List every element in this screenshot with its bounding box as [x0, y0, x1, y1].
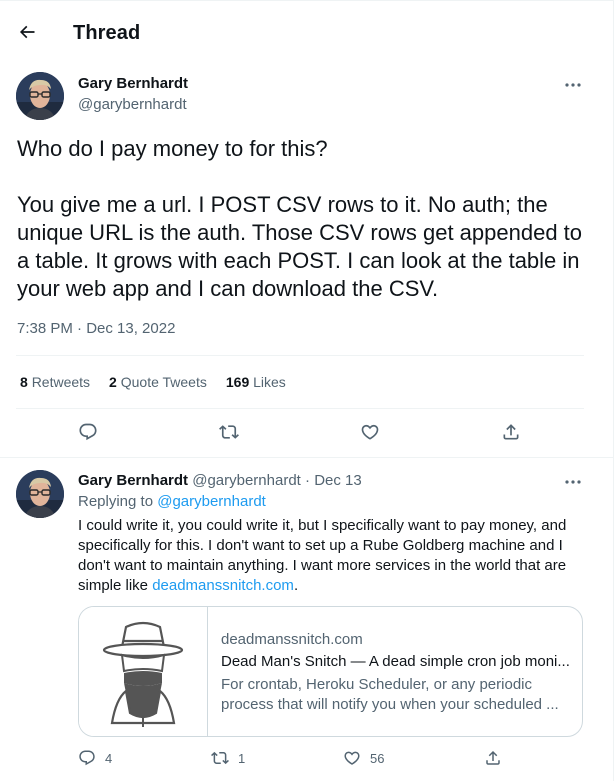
- reply-more-button[interactable]: [561, 472, 585, 492]
- retweets-count: 8: [20, 374, 28, 390]
- reply-like-button[interactable]: 56: [343, 749, 384, 767]
- reply-text-end: .: [293, 577, 299, 594]
- avatar-image: [16, 470, 64, 518]
- reply-retweet-button[interactable]: 1: [211, 749, 245, 767]
- thread-panel: Thread Gary Bernhardt @garybernhardt Who…: [0, 0, 614, 781]
- share-icon: [503, 424, 519, 440]
- author-handle[interactable]: @garybernhardt: [78, 96, 187, 113]
- card-domain: deadmanssnitch.com: [221, 631, 363, 648]
- tweet-timestamp[interactable]: 7:38 PM · Dec 13, 2022: [17, 320, 175, 337]
- avatar-image: [16, 72, 64, 120]
- divider: [16, 355, 584, 356]
- divider: [16, 408, 584, 409]
- reply-date[interactable]: Dec 13: [314, 472, 362, 489]
- reply-author-handle[interactable]: @garybernhardt: [192, 472, 301, 489]
- like-button[interactable]: [353, 415, 387, 449]
- heart-icon: [361, 424, 379, 440]
- tweet-more-button[interactable]: [561, 75, 585, 95]
- likes-count: 169: [225, 374, 250, 390]
- more-horizontal-icon: [565, 480, 581, 484]
- more-horizontal-icon: [565, 83, 581, 87]
- tweet-text: Who do I pay money to for this? You give…: [17, 136, 583, 301]
- card-description: For crontab, Heroku Scheduler, or any pe…: [221, 675, 573, 715]
- like-count: 56: [370, 750, 385, 766]
- tweet-stats: 8 Retweets 2 Quote Tweets 169 Likes: [20, 374, 286, 390]
- snitch-logo-icon: [102, 621, 184, 727]
- replying-handle-link[interactable]: @garybernhardt: [157, 493, 266, 510]
- retweet-count: 1: [238, 750, 246, 766]
- reply-icon: [79, 423, 97, 441]
- likes-stat[interactable]: 169 Likes: [226, 374, 286, 390]
- retweets-stat[interactable]: 8 Retweets: [20, 374, 90, 390]
- heart-icon: [344, 751, 360, 765]
- page-title: Thread: [73, 22, 141, 44]
- retweet-button[interactable]: [212, 415, 246, 449]
- reply-actions: 4 1 56: [0, 745, 614, 775]
- replying-to: Replying to @garybernhardt: [78, 493, 266, 510]
- reply-count: 4: [105, 750, 113, 766]
- share-icon: [486, 750, 500, 765]
- reply-author-name[interactable]: Gary Bernhardt: [78, 472, 188, 489]
- reply-share-button[interactable]: [484, 749, 502, 767]
- divider: [0, 457, 614, 458]
- quotes-count: 2: [109, 374, 117, 390]
- quotes-label: Quote Tweets: [120, 374, 207, 390]
- link-preview-card[interactable]: deadmanssnitch.com Dead Man's Snitch — A…: [78, 606, 583, 737]
- likes-label: Likes: [253, 374, 286, 390]
- card-thumbnail: [79, 607, 208, 736]
- retweet-icon: [211, 751, 229, 765]
- replying-prefix: Replying to: [78, 493, 154, 510]
- reply-icon: [79, 750, 95, 766]
- reply-header: Gary Bernhardt @garybernhardt · Dec 13: [78, 472, 362, 489]
- reply-reply-button[interactable]: 4: [78, 749, 112, 767]
- retweets-label: Retweets: [31, 374, 91, 390]
- card-description-line: For crontab, Heroku Scheduler, or any pe…: [221, 676, 532, 693]
- reply-text: I could write it, you could write it, bu…: [78, 516, 588, 596]
- author-name[interactable]: Gary Bernhardt: [78, 75, 188, 92]
- reply-inline-link[interactable]: deadmanssnitch.com: [152, 577, 294, 594]
- share-button[interactable]: [494, 415, 528, 449]
- back-button[interactable]: [10, 15, 44, 49]
- quote-tweets-stat[interactable]: 2 Quote Tweets: [109, 374, 207, 390]
- arrow-left-icon: [19, 25, 35, 39]
- reply-button[interactable]: [71, 415, 105, 449]
- card-title: Dead Man's Snitch — A dead simple cron j…: [221, 653, 570, 670]
- separator-dot: ·: [305, 472, 311, 489]
- retweet-icon: [219, 425, 239, 439]
- card-description-line: process that will notify you when your s…: [221, 696, 559, 713]
- author-avatar[interactable]: [16, 72, 64, 120]
- reply-author-avatar[interactable]: [16, 470, 64, 518]
- thread-header: Thread: [0, 1, 614, 61]
